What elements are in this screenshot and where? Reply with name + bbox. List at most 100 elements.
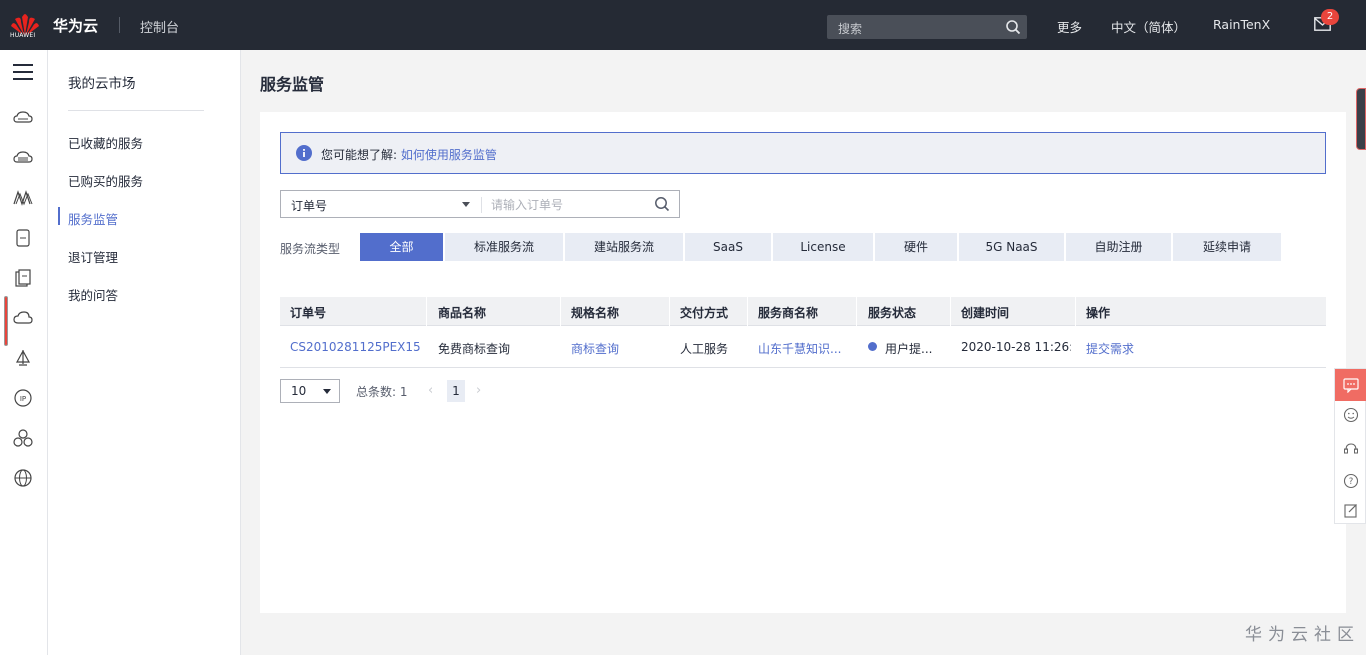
tab-standard-flow[interactable]: 标准服务流 [445, 233, 563, 261]
cluster-icon[interactable] [13, 428, 33, 448]
submit-request-link[interactable]: 提交需求 [1086, 340, 1134, 357]
column-header: 规格名称 [571, 306, 620, 320]
search-placeholder: 搜索 [838, 22, 863, 36]
user-menu[interactable]: RainTenX [1213, 17, 1270, 32]
chevron-down-icon[interactable] [462, 202, 470, 207]
column-divider [669, 297, 670, 326]
more-menu[interactable]: 更多 [1057, 17, 1082, 36]
page-size-select[interactable]: 10 [280, 379, 340, 403]
order-number-link[interactable]: CS2010281125PEX15 [290, 340, 421, 354]
tab-saas[interactable]: SaaS [685, 233, 771, 261]
subnav-item-purchased[interactable]: 已购买的服务 [68, 171, 143, 190]
ip-icon[interactable]: IP [13, 388, 33, 408]
subnav-item-favorites[interactable]: 已收藏的服务 [68, 133, 143, 152]
smiley-icon[interactable] [1343, 407, 1359, 423]
search-input[interactable]: 搜索 [827, 15, 1027, 39]
column-header: 订单号 [290, 306, 327, 320]
tab-self-registration[interactable]: 自助注册 [1066, 233, 1171, 261]
column-divider [560, 297, 561, 326]
vendor-name-link[interactable]: 山东千慧知识... [758, 340, 848, 357]
column-divider [426, 297, 427, 326]
search-icon[interactable] [1005, 19, 1021, 35]
help-icon[interactable]: ? [1343, 473, 1359, 489]
service-rail: IP [0, 50, 48, 655]
column-divider [950, 297, 951, 326]
customer-service-icon[interactable] [1343, 441, 1359, 457]
chat-icon [1343, 378, 1359, 393]
search-icon[interactable] [654, 196, 670, 212]
feedback-icon[interactable] [1343, 503, 1359, 519]
globe-icon[interactable] [13, 468, 33, 488]
column-divider [747, 297, 748, 326]
order-number-input[interactable] [491, 196, 641, 214]
search-field-select[interactable]: 订单号 [291, 197, 327, 214]
subnav-title: 我的云市场 [68, 76, 136, 92]
svg-text:?: ? [1349, 477, 1354, 487]
info-banner: 您可能想了解: 如何使用服务监管 [280, 132, 1326, 174]
chevron-down-icon [323, 389, 331, 394]
product-name: 免费商标查询 [438, 342, 511, 356]
column-divider [1075, 297, 1076, 326]
service-flow-type-label: 服务流类型 [280, 242, 341, 256]
brand-name[interactable]: 华为云 [53, 15, 98, 36]
side-handle[interactable] [1356, 88, 1366, 150]
watermark: 华为云社区 [1245, 625, 1360, 645]
order-search: 订单号 [280, 190, 680, 218]
rail-active-indicator [4, 296, 8, 346]
language-menu[interactable]: 中文（简体） [1111, 17, 1186, 36]
cloud-server-icon[interactable] [13, 108, 33, 128]
top-bar: HUAWEI 华为云 控制台 搜索 更多 中文（简体） RainTenX 2 [0, 0, 1366, 50]
column-header: 创建时间 [961, 306, 1010, 320]
floating-toolbar: ? [1334, 368, 1366, 524]
info-icon [296, 145, 312, 161]
total-count: 总条数: 1 [356, 385, 408, 399]
column-header: 商品名称 [438, 306, 487, 320]
subnav-item-my-questions[interactable]: 我的问答 [68, 285, 118, 304]
tab-renewal-request[interactable]: 延续申请 [1173, 233, 1281, 261]
console-link[interactable]: 控制台 [140, 17, 179, 36]
table-header: 订单号 商品名称 规格名称 交付方式 服务商名称 服务状态 创建时间 操作 [280, 297, 1326, 326]
column-header: 服务商名称 [758, 306, 819, 320]
spec-name-link[interactable]: 商标查询 [571, 340, 619, 357]
info-label: 您可能想了解: [321, 148, 398, 162]
created-time: 2020-10-28 11:26:... [961, 340, 1071, 354]
tab-license[interactable]: License [773, 233, 873, 261]
divider [68, 110, 204, 111]
tab-all[interactable]: 全部 [360, 233, 443, 261]
certificate-icon[interactable] [13, 268, 33, 288]
network-icon[interactable] [13, 188, 33, 208]
tab-5g-naas[interactable]: 5G NaaS [959, 233, 1064, 261]
cloud-storage-icon[interactable] [13, 148, 33, 168]
document-icon[interactable] [13, 228, 33, 248]
mail-badge: 2 [1321, 9, 1339, 25]
sub-navigation: 我的云市场 已收藏的服务 已购买的服务 服务监管 退订管理 我的问答 [48, 50, 241, 655]
prev-page-icon[interactable]: ‹ [428, 383, 433, 398]
svg-text:IP: IP [20, 395, 26, 403]
divider [119, 17, 120, 33]
column-divider [856, 297, 857, 326]
subnav-item-service-supervision[interactable]: 服务监管 [68, 209, 118, 228]
delivery-method: 人工服务 [680, 342, 729, 356]
chat-button[interactable] [1335, 369, 1366, 401]
column-header: 操作 [1086, 306, 1111, 320]
tab-hardware[interactable]: 硬件 [875, 233, 957, 261]
subnav-item-unsubscribe[interactable]: 退订管理 [68, 247, 118, 266]
cloud-icon[interactable] [13, 308, 33, 328]
service-status: 用户提... [885, 342, 933, 356]
column-header: 交付方式 [680, 306, 729, 320]
tab-site-building-flow[interactable]: 建站服务流 [565, 233, 683, 261]
page-size-value: 10 [291, 384, 307, 398]
subnav-active-indicator [58, 207, 60, 225]
sail-icon[interactable] [13, 348, 33, 368]
column-header: 服务状态 [868, 306, 917, 320]
info-text: 您可能想了解: 如何使用服务监管 [321, 146, 497, 163]
page-number-current[interactable]: 1 [447, 380, 465, 402]
next-page-icon[interactable]: › [476, 383, 481, 398]
divider [481, 197, 482, 213]
table-row: CS2010281125PEX15 免费商标查询 商标查询 人工服务 山东千慧知… [280, 326, 1326, 368]
how-to-use-link[interactable]: 如何使用服务监管 [401, 148, 497, 162]
menu-icon[interactable] [13, 64, 33, 80]
logo-text: HUAWEI [10, 32, 36, 39]
page-title: 服务监管 [260, 75, 325, 94]
content-card: 您可能想了解: 如何使用服务监管 订单号 服务流类型 全部 标准服务流 建站服务… [260, 112, 1346, 613]
